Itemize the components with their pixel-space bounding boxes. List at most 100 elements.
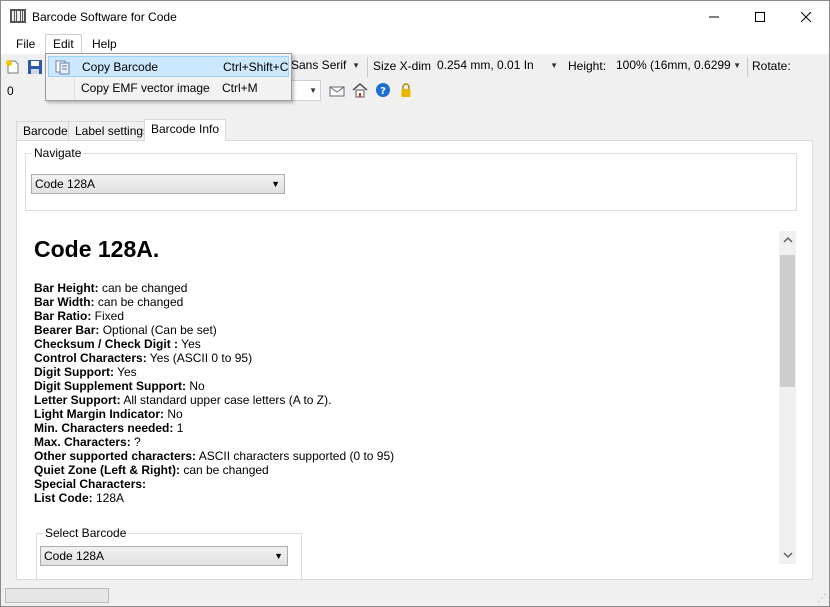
height-combo[interactable]: 100% (16mm, 0.6299 ▼ (612, 56, 744, 77)
info-row-value: can be changed (94, 295, 184, 309)
size-xdim-value: 0.254 mm, 0.01 In (437, 58, 534, 72)
info-row-label: Max. Characters: (34, 435, 131, 449)
info-row-value: No (186, 379, 205, 393)
info-row-label: Min. Characters needed: (34, 421, 174, 435)
info-row: Light Margin Indicator: No (34, 407, 779, 421)
menu-edit[interactable]: Edit (45, 34, 82, 55)
home-icon[interactable] (352, 82, 368, 98)
minimize-icon (709, 16, 719, 17)
navigate-select-value: Code 128A (35, 177, 96, 191)
navigate-group: Navigate Code 128A ▼ (25, 146, 797, 211)
menu-item-copy-emf[interactable]: Copy EMF vector image Ctrl+M (48, 78, 289, 99)
info-row-label: Bar Width: (34, 295, 95, 309)
height-value: 100% (16mm, 0.6299 (616, 58, 731, 72)
chevron-up-icon (782, 236, 793, 243)
info-rows: Bar Height: can be changed Bar Width: can… (34, 281, 779, 505)
scroll-thumb[interactable] (780, 255, 795, 387)
info-row-value: ? (130, 435, 141, 449)
close-button[interactable] (783, 1, 829, 32)
chevron-down-icon: ▼ (733, 61, 741, 70)
app-window: Barcode Software for Code File Edit Help… (0, 0, 830, 607)
chevron-down-icon: ▼ (271, 179, 280, 189)
info-row-label: Digit Supplement Support: (34, 379, 186, 393)
info-row: Other supported characters: ASCII charac… (34, 449, 779, 463)
info-row: Digit Supplement Support: No (34, 379, 779, 393)
svg-text:?: ? (380, 86, 386, 97)
progress-bar (5, 588, 109, 603)
info-row: Letter Support: All standard upper case … (34, 393, 779, 407)
select-barcode-title: Select Barcode (43, 526, 129, 540)
tab-barcode[interactable]: Barcode (16, 121, 75, 140)
row2-value: 0 (7, 84, 14, 98)
info-row-value: Optional (Can be set) (99, 323, 217, 337)
info-row-value: 1 (173, 421, 184, 435)
size-xdim-combo[interactable]: 0.254 mm, 0.01 In ▼ (433, 56, 561, 77)
info-row: Bearer Bar: Optional (Can be set) (34, 323, 779, 337)
info-row: Bar Ratio: Fixed (34, 309, 779, 323)
scroll-up-button[interactable] (779, 231, 796, 248)
barcode-info-content: Code 128A. Bar Height: can be changed Bar… (34, 236, 779, 505)
tab-barcode-info[interactable]: Barcode Info (144, 119, 227, 141)
info-row-value: ASCII characters supported (0 to 95) (196, 449, 395, 463)
tab-label-settings[interactable]: Label settings (68, 121, 157, 140)
save-icon[interactable] (27, 59, 43, 75)
chevron-down-icon: ▼ (274, 551, 283, 561)
info-row-value: All standard upper case letters (A to Z)… (120, 393, 332, 407)
info-row: Digit Support: Yes (34, 365, 779, 379)
font-combo[interactable]: Sans Serif ▼ (287, 56, 363, 77)
size-xdim-label: Size X-dim (373, 59, 432, 73)
toolbar-separator (367, 57, 368, 77)
title-bar[interactable]: Barcode Software for Code (1, 1, 829, 32)
info-heading: Code 128A. (34, 236, 160, 262)
menu-item-shortcut: Ctrl+Shift+C (223, 60, 289, 74)
info-row: Bar Width: can be changed (34, 295, 779, 309)
info-row-label: Special Characters: (34, 477, 147, 491)
info-row: Special Characters: (34, 477, 779, 491)
minimize-button[interactable] (691, 1, 737, 32)
info-row: Checksum / Check Digit : Yes (34, 337, 779, 351)
info-row: Control Characters: Yes (ASCII 0 to 95) (34, 351, 779, 365)
email-icon[interactable] (329, 83, 345, 99)
info-row-label: Other supported characters: (34, 449, 197, 463)
menu-bar: File Edit Help (1, 32, 829, 55)
navigate-group-title: Navigate (32, 146, 84, 160)
lock-icon[interactable] (398, 82, 414, 98)
font-combo-value: Sans Serif (291, 58, 347, 72)
info-row-value: No (164, 407, 183, 421)
status-bar: ⋰ (1, 584, 829, 606)
info-row-label: Quiet Zone (Left & Right): (34, 463, 180, 477)
resize-grip-icon[interactable]: ⋰ (817, 593, 827, 604)
info-row-label: List Code: (34, 491, 93, 505)
menu-item-label: Copy Barcode (82, 60, 159, 74)
chevron-down-icon: ▼ (550, 61, 558, 70)
new-file-icon[interactable] (5, 59, 21, 75)
navigate-select[interactable]: Code 128A ▼ (31, 174, 285, 194)
height-label: Height: (568, 59, 607, 73)
info-row-value: Yes (113, 365, 137, 379)
toolbar-separator (747, 57, 748, 77)
info-row-value: Fixed (91, 309, 125, 323)
menu-help[interactable]: Help (85, 34, 124, 54)
info-row: Min. Characters needed: 1 (34, 421, 779, 435)
vertical-scrollbar[interactable] (779, 231, 796, 564)
info-row-label: Letter Support: (34, 393, 121, 407)
maximize-button[interactable] (737, 1, 783, 32)
rotate-label: Rotate: (752, 59, 791, 73)
info-row-label: Control Characters: (34, 351, 147, 365)
chevron-down-icon: ▼ (352, 61, 360, 70)
info-row: List Code: 128A (34, 491, 779, 505)
chevron-down-icon: ▼ (309, 86, 317, 95)
info-row: Max. Characters: ? (34, 435, 779, 449)
menu-file[interactable]: File (9, 34, 42, 54)
info-row-value: 128A (92, 491, 125, 505)
maximize-icon (755, 11, 765, 22)
copy-icon (55, 59, 71, 75)
select-barcode-dropdown[interactable]: Code 128A ▼ (40, 546, 288, 566)
close-icon (801, 11, 811, 22)
select-barcode-group: Select Barcode Code 128A ▼ (36, 526, 302, 581)
help-icon[interactable]: ? (375, 82, 391, 98)
menu-item-copy-barcode[interactable]: Copy Barcode Ctrl+Shift+C (48, 56, 289, 77)
edit-menu-dropdown: Copy Barcode Ctrl+Shift+C Copy EMF vecto… (45, 53, 292, 101)
scroll-down-button[interactable] (779, 547, 796, 564)
info-row-label: Bar Height: (34, 281, 99, 295)
